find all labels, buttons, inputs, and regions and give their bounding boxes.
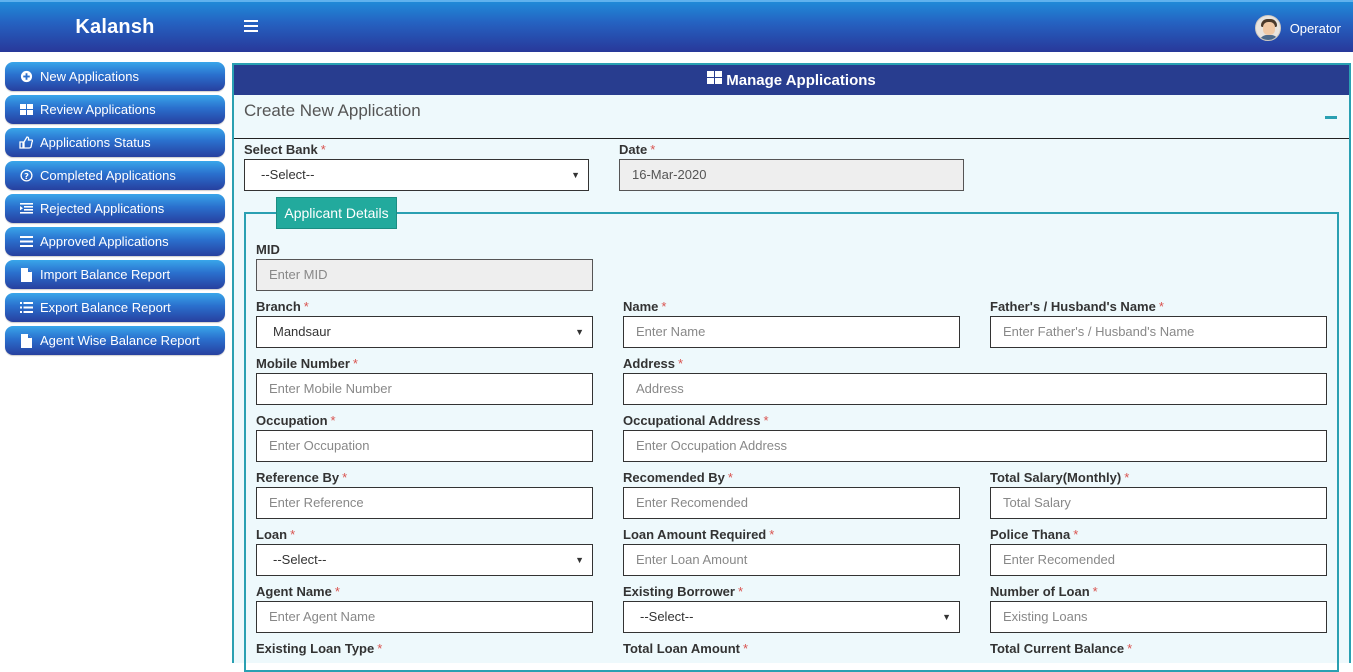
date-field: 16-Mar-2020 — [619, 159, 964, 191]
sidebar-item-label: Rejected Applications — [40, 201, 165, 216]
sidebar-item-label: Completed Applications — [40, 168, 176, 183]
agent-name-label: Agent Name * — [256, 584, 340, 599]
sidebar-item-approved-applications[interactable]: Approved Applications — [5, 227, 225, 256]
salary-input[interactable]: Total Salary — [990, 487, 1327, 519]
occupation-input[interactable]: Enter Occupation — [256, 430, 593, 462]
bank-select[interactable]: --Select-- — [244, 159, 589, 191]
sidebar-item-export-balance-report[interactable]: Export Balance Report — [5, 293, 225, 322]
page-title: Create New Application — [244, 101, 421, 120]
occupational-address-input[interactable]: Enter Occupation Address — [623, 430, 1327, 462]
loan-amount-label: Loan Amount Required * — [623, 527, 775, 542]
date-label: Date * — [619, 142, 656, 157]
existing-borrower-label: Existing Borrower * — [623, 584, 744, 599]
sidebar-item-label: Approved Applications — [40, 234, 169, 249]
panel-header: Manage Applications — [234, 65, 1349, 95]
bars-icon — [19, 235, 33, 249]
sidebar-item-new-applications[interactable]: New Applications — [5, 62, 225, 91]
bank-label: Select Bank * — [244, 142, 326, 157]
sidebar-item-label: Review Applications — [40, 102, 156, 117]
file-icon — [19, 333, 33, 348]
number-of-loan-input[interactable]: Existing Loans — [990, 601, 1327, 633]
mid-field: Enter MID — [256, 259, 593, 291]
recomended-label: Recomended By * — [623, 470, 733, 485]
total-current-balance-label: Total Current Balance * — [990, 641, 1133, 656]
loan-select[interactable]: --Select-- — [256, 544, 593, 576]
father-name-label: Father's / Husband's Name * — [990, 299, 1164, 314]
reference-input[interactable]: Enter Reference — [256, 487, 593, 519]
sidebar-item-label: Import Balance Report — [40, 267, 171, 282]
branch-label: Branch * — [256, 299, 309, 314]
occupational-address-label: Occupational Address * — [623, 413, 769, 428]
father-name-input[interactable]: Enter Father's / Husband's Name — [990, 316, 1327, 348]
plus-circle-icon — [19, 70, 33, 84]
mobile-label: Mobile Number * — [256, 356, 358, 371]
name-label: Name * — [623, 299, 667, 314]
existing-loan-type-label: Existing Loan Type * — [256, 641, 383, 656]
total-loan-amount-label: Total Loan Amount * — [623, 641, 749, 656]
user-name: Operator — [1289, 20, 1341, 36]
mobile-input[interactable]: Enter Mobile Number — [256, 373, 593, 405]
sidebar-item-completed-applications[interactable]: ? Completed Applications — [5, 161, 225, 190]
sidebar-item-import-balance-report[interactable]: Import Balance Report — [5, 260, 225, 289]
sidebar-item-label: Export Balance Report — [40, 300, 171, 315]
question-circle-icon: ? — [19, 169, 33, 183]
svg-text:?: ? — [24, 171, 29, 181]
sidebar-item-agent-wise-balance-report[interactable]: Agent Wise Balance Report — [5, 326, 225, 355]
address-label: Address * — [623, 356, 684, 371]
name-input[interactable]: Enter Name — [623, 316, 960, 348]
sidebar-item-label: Agent Wise Balance Report — [40, 333, 200, 348]
loan-label: Loan * — [256, 527, 296, 542]
sidebar-item-label: New Applications — [40, 69, 139, 84]
applicant-details-legend: Applicant Details — [276, 197, 397, 229]
grid-icon — [19, 103, 33, 117]
branch-select[interactable]: Mandsaur — [256, 316, 593, 348]
sidebar-item-applications-status[interactable]: Applications Status — [5, 128, 225, 157]
list-indent-icon — [19, 202, 33, 216]
thumbs-up-icon — [19, 136, 33, 150]
file-icon — [19, 267, 33, 282]
sidebar-item-rejected-applications[interactable]: Rejected Applications — [5, 194, 225, 223]
sidebar-item-label: Applications Status — [40, 135, 151, 150]
menu-toggle-icon[interactable] — [244, 20, 258, 32]
recomended-input[interactable]: Enter Recomended — [623, 487, 960, 519]
mid-label: MID — [256, 242, 280, 257]
top-navbar: Kalansh Operator — [0, 0, 1353, 52]
collapse-icon[interactable] — [1325, 116, 1337, 119]
avatar — [1254, 15, 1281, 41]
existing-borrower-select[interactable]: --Select-- — [623, 601, 960, 633]
salary-label: Total Salary(Monthly) * — [990, 470, 1130, 485]
number-of-loan-label: Number of Loan * — [990, 584, 1098, 599]
police-thana-label: Police Thana * — [990, 527, 1079, 542]
address-input[interactable]: Address — [623, 373, 1327, 405]
brand-logo[interactable]: Kalansh — [0, 2, 230, 52]
grid-icon — [707, 71, 723, 89]
agent-name-input[interactable]: Enter Agent Name — [256, 601, 593, 633]
occupation-label: Occupation * — [256, 413, 336, 428]
list-icon — [19, 301, 33, 315]
reference-label: Reference By * — [256, 470, 348, 485]
loan-amount-input[interactable]: Enter Loan Amount — [623, 544, 960, 576]
sidebar: New Applications Review Applications App… — [5, 62, 225, 359]
sidebar-item-review-applications[interactable]: Review Applications — [5, 95, 225, 124]
user-menu[interactable]: Operator — [1254, 14, 1341, 42]
police-thana-input[interactable]: Enter Recomended — [990, 544, 1327, 576]
sub-header: Create New Application — [234, 95, 1349, 139]
panel-title: Manage Applications — [726, 71, 876, 89]
